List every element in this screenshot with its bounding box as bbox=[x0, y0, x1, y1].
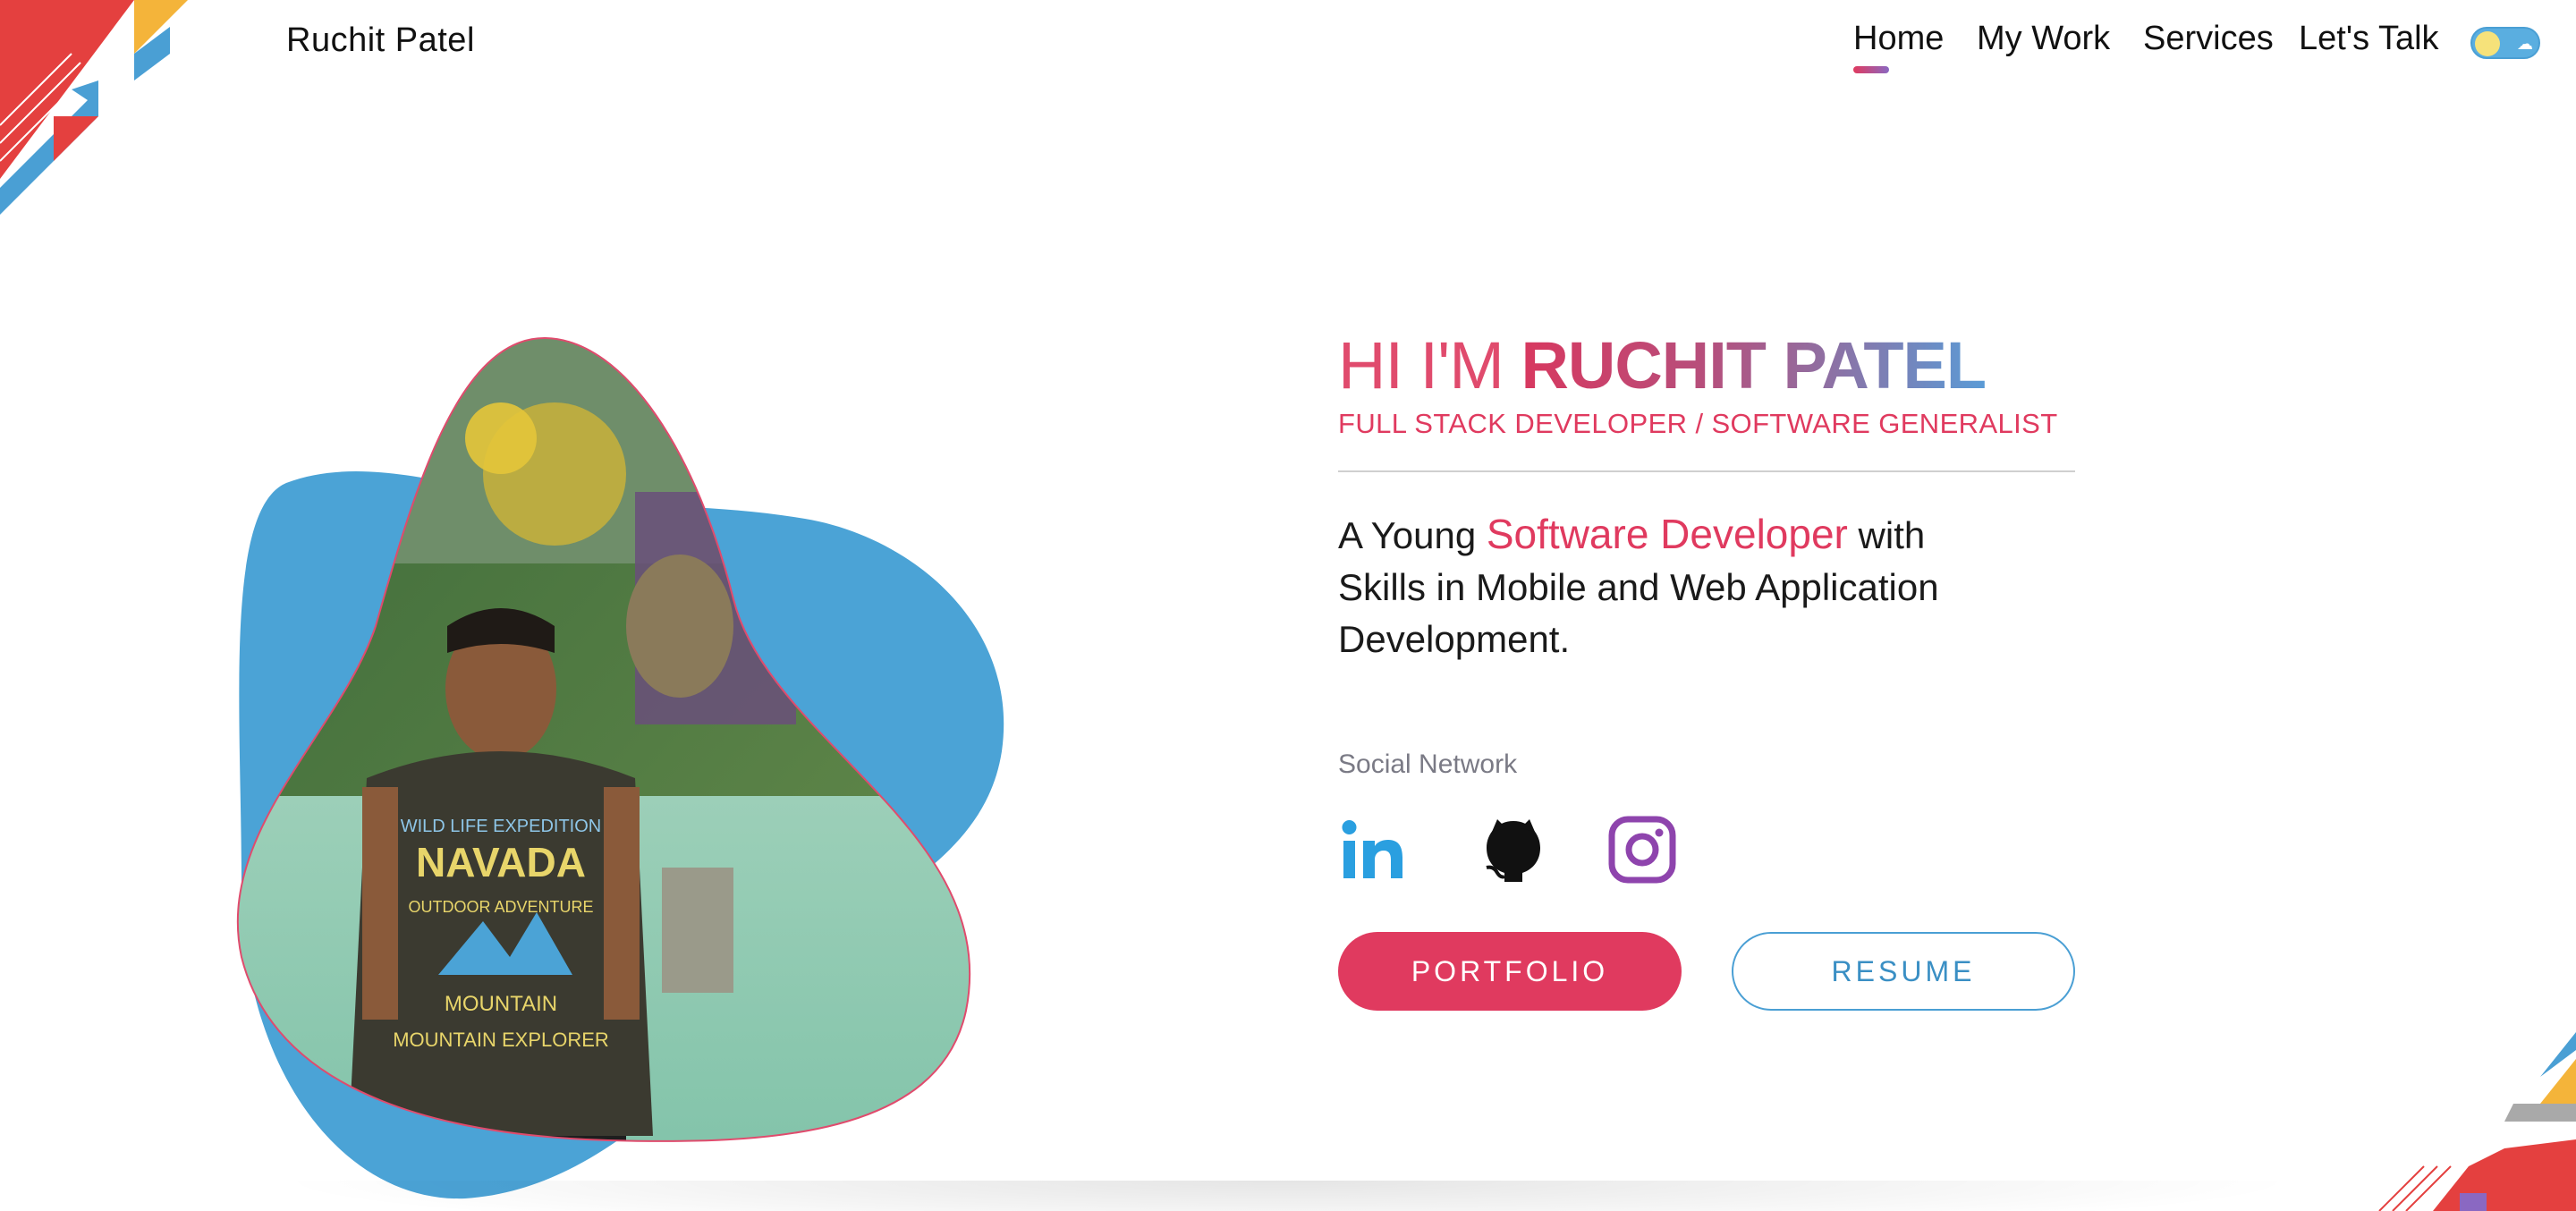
social-label: Social Network bbox=[1338, 749, 1518, 779]
instagram-icon[interactable] bbox=[1606, 814, 1678, 885]
nav-active-indicator bbox=[1853, 66, 1889, 73]
hero-photo-blob: WILD LIFE EXPEDITION NAVADA OUTDOOR ADVE… bbox=[236, 336, 1004, 1199]
svg-text:MOUNTAIN: MOUNTAIN bbox=[445, 992, 557, 1016]
svg-text:OUTDOOR ADVENTURE: OUTDOOR ADVENTURE bbox=[408, 898, 593, 916]
section-bottom-shadow bbox=[268, 1181, 2308, 1211]
hero-description: A Young Software Developer with Skills i… bbox=[1338, 508, 1982, 665]
sun-icon bbox=[2475, 31, 2500, 56]
linkedin-icon[interactable] bbox=[1338, 814, 1410, 885]
divider bbox=[1338, 470, 2075, 472]
nav-my-work[interactable]: My Work bbox=[1977, 20, 2110, 58]
page: Ruchit Patel Home My Work Services Let's… bbox=[0, 0, 2576, 1211]
hero-name: RUCHIT PATEL bbox=[1521, 328, 1987, 402]
hero-subtitle: FULL STACK DEVELOPER / SOFTWARE GENERALI… bbox=[1338, 408, 2058, 439]
nav-lets-talk[interactable]: Let's Talk bbox=[2299, 20, 2439, 58]
corner-decoration-bottom-right bbox=[2378, 1032, 2576, 1211]
desc-highlight: Software Developer bbox=[1486, 511, 1848, 557]
corner-decoration-top-left bbox=[0, 0, 188, 215]
brand-name[interactable]: Ruchit Patel bbox=[286, 21, 475, 60]
nav-services[interactable]: Services bbox=[2143, 20, 2274, 58]
nav-home[interactable]: Home bbox=[1853, 20, 1944, 58]
hero-heading: HI I'M RUCHIT PATEL bbox=[1338, 326, 1987, 406]
theme-toggle[interactable]: ☁ bbox=[2470, 27, 2540, 59]
portfolio-button[interactable]: PORTFOLIO bbox=[1338, 932, 1682, 1011]
greeting: HI I'M bbox=[1338, 328, 1504, 402]
desc-suffix: with bbox=[1858, 514, 1926, 556]
svg-text:NAVADA: NAVADA bbox=[416, 839, 586, 885]
resume-button[interactable]: RESUME bbox=[1732, 932, 2075, 1011]
desc-line-3: Development. bbox=[1338, 618, 1571, 660]
desc-line-2: Skills in Mobile and Web Application bbox=[1338, 566, 1939, 608]
svg-text:WILD LIFE EXPEDITION: WILD LIFE EXPEDITION bbox=[401, 817, 601, 836]
github-icon[interactable] bbox=[1478, 814, 1549, 885]
cloud-icon: ☁ bbox=[2517, 35, 2533, 53]
svg-text:MOUNTAIN EXPLORER: MOUNTAIN EXPLORER bbox=[393, 1029, 609, 1051]
desc-prefix: A Young bbox=[1338, 514, 1477, 556]
